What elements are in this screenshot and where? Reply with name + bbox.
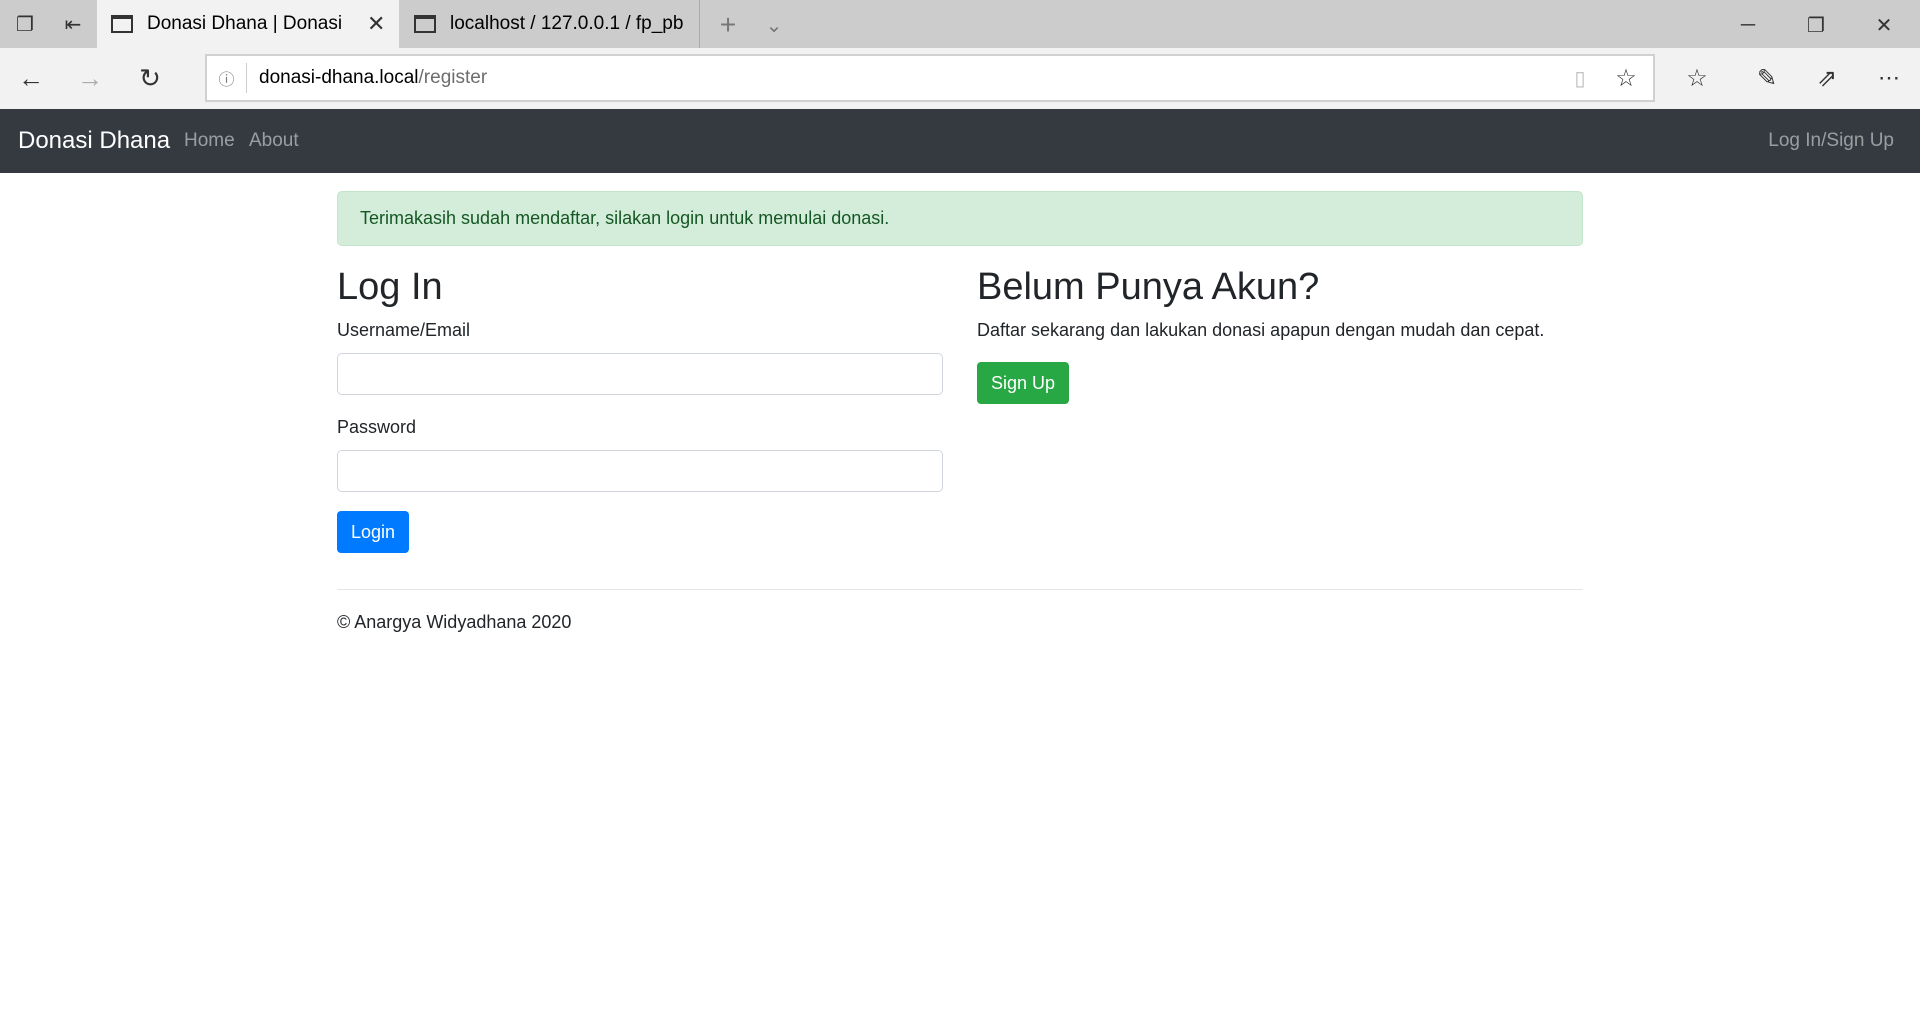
pen-icon[interactable]: ✎	[1750, 62, 1784, 94]
star-icon[interactable]: ☆	[1611, 64, 1641, 92]
tab-localhost[interactable]: localhost / 127.0.0.1 / fp_pb	[400, 0, 700, 48]
page-icon	[414, 15, 436, 33]
username-label: Username/Email	[337, 320, 471, 340]
set-aside-tabs-icon[interactable]: ⇤	[58, 12, 88, 36]
reading-view-icon[interactable]: ▯	[1565, 64, 1595, 92]
signup-text: Daftar sekarang dan lakukan donasi apapu…	[977, 320, 1545, 340]
back-icon[interactable]: ←	[14, 62, 48, 94]
info-icon[interactable]: ⓘ	[207, 63, 247, 93]
brand[interactable]: Donasi Dhana	[18, 109, 170, 173]
divider	[337, 589, 1583, 590]
favorites-icon[interactable]: ☆	[1680, 62, 1714, 94]
success-alert: Terimakasih sudah mendaftar, silakan log…	[337, 191, 1583, 246]
close-tab-icon[interactable]: ✕	[367, 11, 385, 37]
url-text: donasi-dhana.local/register	[259, 67, 488, 88]
nav-about[interactable]: About	[249, 109, 299, 173]
chevron-down-icon[interactable]: ⌄	[758, 10, 790, 40]
restore-icon[interactable]: ❐	[1798, 10, 1834, 40]
close-window-icon[interactable]: ✕	[1866, 10, 1902, 40]
login-button[interactable]: Login	[337, 511, 409, 553]
refresh-icon[interactable]: ↻	[133, 62, 167, 94]
password-label: Password	[337, 417, 417, 437]
tab-title: Donasi Dhana | Donasi D	[147, 13, 347, 34]
tab-bar: ❐ ⇤ Donasi Dhana | Donasi D ✕ localhost …	[0, 0, 1920, 48]
tab-donasi-dhana[interactable]: Donasi Dhana | Donasi D ✕	[97, 0, 399, 48]
nav-home[interactable]: Home	[184, 109, 235, 173]
navbar: Donasi Dhana Home About Log In/Sign Up	[0, 109, 1920, 173]
footer-copyright: © Anargya Widyadhana 2020	[337, 612, 572, 632]
login-title: Log In	[337, 266, 443, 308]
new-tab-icon[interactable]: +	[712, 9, 744, 40]
password-input[interactable]	[337, 450, 943, 492]
page-icon	[111, 15, 133, 33]
username-input[interactable]	[337, 353, 943, 395]
minimize-icon[interactable]: ─	[1730, 10, 1766, 40]
signup-button[interactable]: Sign Up	[977, 362, 1069, 404]
tab-preview-icon[interactable]: ❐	[10, 12, 40, 36]
more-icon[interactable]: ⋯	[1872, 62, 1906, 94]
nav-login-signup[interactable]: Log In/Sign Up	[1768, 109, 1894, 173]
signup-title: Belum Punya Akun?	[977, 266, 1320, 308]
address-bar[interactable]: ⓘ donasi-dhana.local/register ▯ ☆	[205, 54, 1655, 102]
forward-icon[interactable]: →	[73, 62, 107, 94]
tab-title: localhost / 127.0.0.1 / fp_pb	[450, 13, 684, 34]
share-icon[interactable]: ⇗	[1810, 62, 1844, 94]
